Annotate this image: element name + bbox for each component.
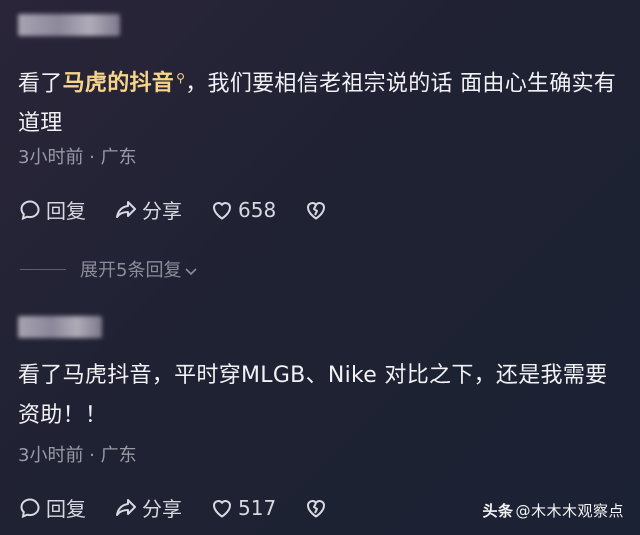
reply-button[interactable]: 回复 — [18, 195, 86, 224]
douyin-search-link[interactable]: 马虎的抖音 ⚲ — [63, 71, 186, 96]
reply-label: 回复 — [46, 199, 86, 223]
comment-meta: 3小时前 · 广东 — [18, 445, 137, 466]
heart-outline-icon — [210, 496, 234, 520]
dislike-button[interactable] — [304, 198, 332, 222]
share-arrow-icon — [114, 198, 138, 222]
like-button[interactable]: 658 — [210, 198, 276, 222]
comment-text: 看了马虎的抖音 ⚲，我们要相信老祖宗说的话 面由心生确实有道理 — [18, 58, 626, 144]
dislike-button[interactable] — [304, 496, 332, 520]
reply-button[interactable]: 回复 — [18, 493, 86, 522]
share-label: 分享 — [142, 497, 182, 521]
comment-text-prefix: 看了 — [18, 71, 63, 97]
watermark-brand: 头条 — [482, 502, 514, 520]
comment-1: 看了马虎的抖音 ⚲，我们要相信老祖宗说的话 面由心生确实有道理 3小时前 · 广东… — [0, 0, 640, 290]
broken-heart-icon — [304, 496, 328, 520]
reply-label: 回复 — [46, 497, 86, 521]
heart-outline-icon — [210, 198, 234, 222]
speech-bubble-icon — [18, 496, 42, 520]
like-count: 658 — [238, 197, 277, 222]
like-count: 517 — [238, 495, 277, 520]
chevron-down-icon — [184, 262, 198, 276]
expand-replies-label: 展开5条回复 — [80, 260, 182, 281]
username-blurred[interactable] — [18, 14, 120, 36]
share-arrow-icon — [114, 496, 138, 520]
share-button[interactable]: 分享 — [114, 195, 182, 224]
watermark-handle: @木木木观察点 — [515, 502, 624, 520]
share-label: 分享 — [142, 199, 182, 223]
comment-meta: 3小时前 · 广东 — [18, 147, 137, 168]
watermark: 头条 @木木木观察点 — [482, 500, 624, 521]
divider-line — [20, 268, 66, 270]
username-blurred[interactable] — [18, 316, 102, 338]
comment-text: 看了马虎抖音，平时穿MLGB、Nike 对比之下，还是我需要资助！！ — [18, 363, 608, 428]
share-button[interactable]: 分享 — [114, 493, 182, 522]
expand-replies-button[interactable]: 展开5条回复 — [20, 256, 198, 282]
comment-actions: 回复 分享 517 — [18, 493, 360, 522]
like-button[interactable]: 517 — [210, 496, 276, 520]
douyin-search-link-text: 马虎的抖音 — [62, 71, 175, 97]
search-icon: ⚲ — [176, 71, 186, 85]
comment-actions: 回复 分享 658 — [18, 195, 360, 224]
broken-heart-icon — [304, 198, 328, 222]
speech-bubble-icon — [18, 198, 42, 222]
